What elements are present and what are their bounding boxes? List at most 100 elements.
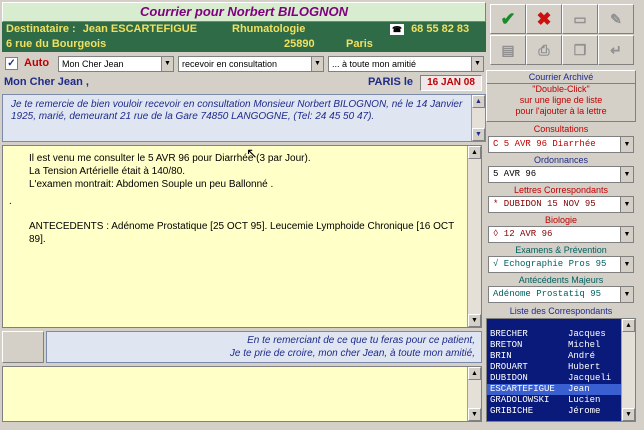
body-line: ANTECEDENTS : Adénome Prostatique [25 OC… [29, 221, 455, 245]
salutation-value: Mon Cher Jean [62, 59, 124, 69]
scroll-up-icon[interactable]: ▲ [622, 319, 635, 332]
correspondants-label: Liste des Correspondants [486, 305, 636, 317]
closing-spacer [2, 331, 44, 363]
closing-line: Je te prie de croire, mon cher Jean, à t… [229, 348, 475, 359]
chevron-down-icon[interactable]: ▼ [620, 167, 633, 182]
chevron-down-icon[interactable]: ▼ [620, 137, 633, 152]
opening-select[interactable]: recevoir en consultation ▼ [178, 56, 324, 72]
auto-checkbox[interactable]: ✓ [5, 57, 18, 70]
toolbar: ✔ ✖ ▭ ✎ ▤ ⎙ ❐ ↵ [488, 2, 638, 68]
place-prefix: PARIS le [368, 76, 414, 88]
closing-select[interactable]: ... à toute mon amitié ▼ [328, 56, 484, 72]
recipient-phone-box: ☎ 68 55 82 83 [386, 22, 486, 37]
chevron-down-icon[interactable]: ▼ [161, 57, 173, 71]
closing-value: ... à toute mon amitié [332, 59, 417, 69]
scroll-down-icon[interactable]: ▼ [468, 314, 481, 327]
consultations-select[interactable]: C 5 AVR 96 Diarrhée ▼ [488, 136, 634, 153]
correspondant-first-name: Hubert [568, 362, 601, 372]
correspondant-row[interactable]: DUBIDON Jacqueli [487, 373, 635, 384]
chevron-down-icon[interactable]: ▼ [620, 227, 633, 242]
correspondant-row[interactable]: GRADOLOWSKI Lucien [487, 395, 635, 406]
chevron-down-icon[interactable]: ▼ [620, 257, 633, 272]
chevron-down-icon[interactable]: ▼ [311, 57, 323, 71]
window-title: Courrier pour Norbert BILOGNON [2, 2, 486, 22]
antecedents-select[interactable]: Adénome Prostatiq 95 ▼ [488, 286, 634, 303]
print-icon[interactable]: ⎙ [526, 35, 562, 65]
pen-icon[interactable]: ✎ [598, 4, 634, 34]
intro-text: Je te remercie de bien vouloir recevoir … [11, 99, 463, 122]
correspondant-row[interactable]: BRECHER Jacques [487, 329, 635, 340]
correspondant-row[interactable]: BRIN André [487, 351, 635, 362]
options-bar: ✓ Auto Mon Cher Jean ▼ recevoir en consu… [2, 54, 486, 74]
correspondant-row[interactable]: DROUART Hubert [487, 362, 635, 373]
ordonnances-select[interactable]: 5 AVR 96 ▼ [488, 166, 634, 183]
letter-date[interactable]: 16 JAN 08 [420, 75, 482, 91]
correspondant-row[interactable]: ESCARTEFIGUE Jean [487, 384, 635, 395]
scroll-down-icon[interactable]: ▼ [468, 408, 481, 421]
correspondant-row[interactable]: BRETON Michel [487, 340, 635, 351]
recipient-name: Jean ESCARTEFIGUE [82, 23, 198, 35]
archive-panel: Courrier Archivé "Double-Click" sur une … [486, 70, 636, 122]
postscript-scrollbar[interactable]: ▲ ▼ [467, 367, 481, 421]
save-disk-icon[interactable]: ▭ [562, 4, 598, 34]
correspondant-first-name: Jacques [568, 329, 606, 339]
archive-title: Courrier Archivé [487, 71, 635, 84]
biologie-value: ◊ 12 AVR 96 [493, 229, 553, 239]
correspondant-last-name: GRIBICHE [490, 406, 534, 416]
chevron-down-icon[interactable]: ▼ [620, 287, 633, 302]
phone-icon: ☎ [390, 24, 404, 35]
recipient-address: 6 rue du Bourgeois [6, 38, 107, 50]
scroll-up-icon[interactable]: ▲ [472, 95, 485, 108]
body-scrollbar[interactable]: ▲ ▼ [467, 146, 481, 327]
antecedents-value: Adénome Prostatiq 95 [493, 289, 602, 299]
letter-body-textarea[interactable]: Il est venu me consulter le 5 AVR 96 pou… [2, 145, 482, 328]
scroll-down-icon[interactable]: ▼ [472, 128, 485, 141]
correspondant-last-name: BRIN [490, 351, 512, 361]
biologie-label: Biologie [486, 214, 636, 226]
closing-paragraph[interactable]: En te remerciant de ce que tu feras pour… [46, 331, 482, 363]
examens-select[interactable]: √ Echographie Pros 95 ▼ [488, 256, 634, 273]
chevron-down-icon[interactable]: ▼ [471, 57, 483, 71]
greeting[interactable]: Mon Cher Jean , [4, 76, 89, 88]
examens-value: √ Echographie Pros 95 [493, 259, 607, 269]
lettres-label: Lettres Correspondants [486, 184, 636, 196]
consultations-value: C 5 AVR 96 Diarrhée [493, 139, 596, 149]
correspondant-first-name: Michel [568, 340, 601, 350]
intro-paragraph[interactable]: Je te remercie de bien vouloir recevoir … [2, 94, 486, 142]
correspondant-row[interactable]: GRIBICHE Jérome [487, 406, 635, 417]
lettres-select[interactable]: * DUBIDON 15 NOV 95 ▼ [488, 196, 634, 213]
intro-scrollbar[interactable]: ▲ ▼ [471, 95, 485, 141]
validate-button[interactable]: ✔ [490, 4, 526, 34]
correspondants-scrollbar[interactable]: ▲ ▼ [621, 319, 635, 421]
body-line: L'examen montrait: Abdomen Souple un peu… [29, 179, 274, 190]
body-line: . [9, 196, 12, 207]
postscript-textarea[interactable]: ▲ ▼ [2, 366, 482, 422]
greeting-bar: Mon Cher Jean , PARIS le 16 JAN 08 [2, 74, 486, 92]
correspondant-last-name: BRETON [490, 340, 523, 350]
correspondant-last-name: ESCARTEFIGUE [490, 384, 555, 394]
document-icon[interactable]: ▤ [490, 35, 526, 65]
chevron-down-icon[interactable]: ▼ [620, 197, 633, 212]
scroll-up-icon[interactable]: ▲ [468, 146, 481, 159]
opening-value: recevoir en consultation [182, 59, 278, 69]
scroll-up-icon[interactable]: ▲ [468, 367, 481, 380]
correspondant-last-name: BRECHER [490, 329, 528, 339]
correspondants-list[interactable]: BRECHER Jacques BRETON Michel BRIN André DROUA… [486, 318, 636, 422]
recipient-city: Paris [346, 38, 373, 50]
copy-icon[interactable]: ❐ [562, 35, 598, 65]
mouse-cursor-icon: ↖ [246, 145, 258, 161]
antecedents-label: Antécédents Majeurs [486, 274, 636, 286]
correspondants-rows: BRECHER Jacques BRETON Michel BRIN André DROUA… [487, 329, 635, 417]
consultations-label: Consultations [486, 123, 636, 135]
salutation-select[interactable]: Mon Cher Jean ▼ [58, 56, 174, 72]
ordonnances-label: Ordonnances [486, 154, 636, 166]
correspondant-first-name: Jean [568, 384, 590, 394]
cancel-button[interactable]: ✖ [526, 4, 562, 34]
correspondant-first-name: Lucien [568, 395, 601, 405]
correspondant-first-name: Jérome [568, 406, 601, 416]
archive-hint-1: "Double-Click" [532, 84, 590, 94]
scroll-down-icon[interactable]: ▼ [622, 408, 635, 421]
examens-label: Examens & Prévention [486, 244, 636, 256]
return-icon[interactable]: ↵ [598, 35, 634, 65]
biologie-select[interactable]: ◊ 12 AVR 96 ▼ [488, 226, 634, 243]
